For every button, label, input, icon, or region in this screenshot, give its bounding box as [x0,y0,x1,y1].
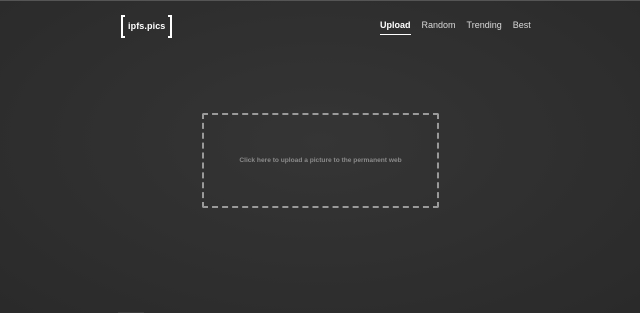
nav-trending[interactable]: Trending [467,20,502,35]
upload-dropzone[interactable]: Click here to upload a picture to the pe… [202,113,439,208]
site-logo[interactable]: ipfs.pics [121,15,173,38]
page: ipfs.pics Upload Random Trending Best Cl… [0,0,640,313]
nav-random[interactable]: Random [422,20,456,35]
upload-prompt-text: Click here to upload a picture to the pe… [239,157,402,164]
nav-best[interactable]: Best [513,20,531,35]
logo-right-bracket [168,15,173,38]
nav-upload[interactable]: Upload [380,20,411,35]
main-nav: Upload Random Trending Best [380,20,531,35]
logo-text: ipfs.pics [128,21,166,31]
